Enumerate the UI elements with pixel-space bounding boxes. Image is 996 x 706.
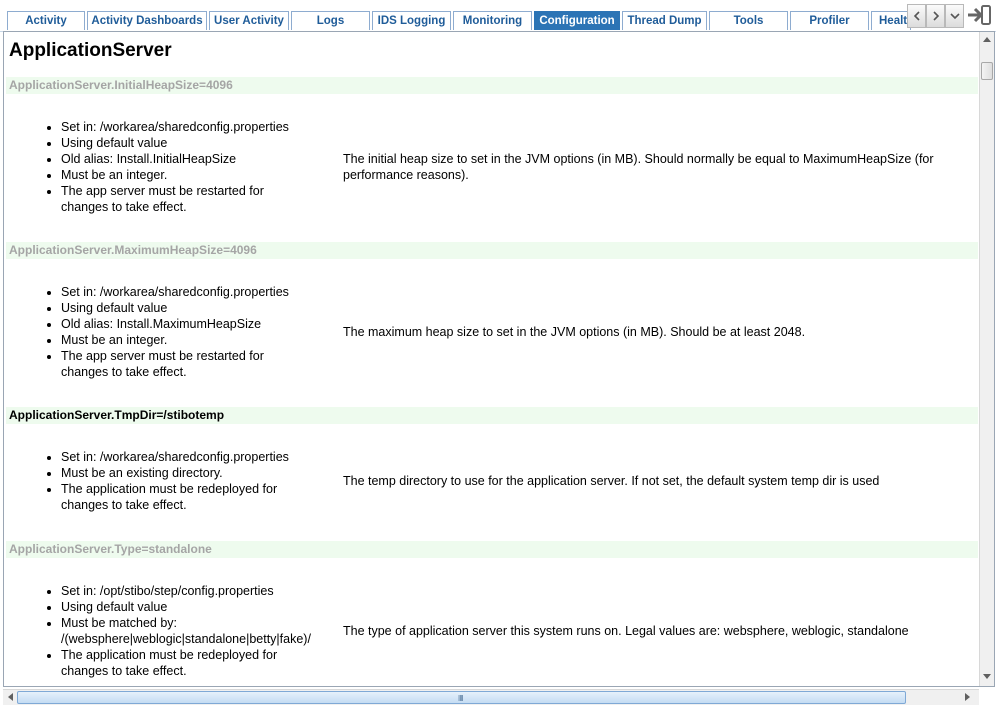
list-item: Must be matched by: /(websphere|weblogic…: [61, 615, 311, 647]
triangle-right-icon: [965, 693, 970, 701]
property-key: ApplicationServer.MaximumHeapSize=4096: [6, 242, 978, 259]
property-maximum-heap-size: ApplicationServer.MaximumHeapSize=4096 S…: [6, 242, 978, 406]
page-title: ApplicationServer: [9, 40, 172, 61]
tab-user-activity[interactable]: User Activity: [209, 11, 289, 30]
list-item: Must be an integer.: [61, 332, 311, 348]
list-item: Using default value: [61, 599, 311, 615]
property-body: Set in: /workarea/sharedconfig.propertie…: [6, 424, 978, 540]
scroll-up-button[interactable]: [980, 32, 994, 46]
tab-monitoring[interactable]: Monitoring: [453, 11, 532, 30]
tab-list-menu-button[interactable]: [945, 4, 964, 28]
horizontal-scrollbar[interactable]: ‖‖: [3, 689, 979, 705]
scroll-right-button[interactable]: [961, 690, 975, 704]
tab-scroll-right-button[interactable]: [926, 4, 945, 28]
property-details-list: Set in: /workarea/sharedconfig.propertie…: [6, 284, 311, 380]
triangle-up-icon: [983, 37, 991, 42]
configuration-content: ApplicationServer ApplicationServer.Init…: [6, 32, 978, 686]
chevron-right-icon: [932, 11, 939, 21]
property-body: Set in: /workarea/sharedconfig.propertie…: [6, 94, 978, 241]
list-item: Using default value: [61, 300, 311, 316]
tab-health[interactable]: Health: [871, 11, 911, 30]
chevron-down-icon: [949, 13, 960, 20]
property-initial-heap-size: ApplicationServer.InitialHeapSize=4096 S…: [6, 77, 978, 241]
list-item: The application must be redeployed for c…: [61, 647, 311, 679]
horizontal-scroll-thumb[interactable]: ‖‖: [17, 691, 906, 704]
list-item: The application must be redeployed for c…: [61, 481, 311, 513]
grip-icon: ‖‖: [458, 694, 464, 703]
list-item: The app server must be restarted for cha…: [61, 183, 311, 215]
list-item: Old alias: Install.InitialHeapSize: [61, 151, 311, 167]
property-description: The type of application server this syst…: [343, 624, 909, 638]
list-item: Set in: /opt/stibo/step/config.propertie…: [61, 583, 311, 599]
list-item: Using default value: [61, 135, 311, 151]
tab-bar: Activity Activity Dashboards User Activi…: [0, 0, 996, 32]
list-item: Set in: /workarea/sharedconfig.propertie…: [61, 284, 311, 300]
tab-ids-logging[interactable]: IDS Logging: [372, 11, 451, 30]
property-key: ApplicationServer.TmpDir=/stibotemp: [6, 407, 978, 424]
list-item: Must be an existing directory.: [61, 465, 311, 481]
scroll-down-button[interactable]: [980, 670, 994, 684]
property-key: ApplicationServer.Type=standalone: [6, 541, 978, 558]
chevron-left-icon: [913, 11, 920, 21]
vertical-scrollbar[interactable]: [979, 32, 994, 686]
property-description: The initial heap size to set in the JVM …: [343, 152, 934, 182]
property-description: The temp directory to use for the applic…: [343, 474, 880, 488]
property-body: Set in: /workarea/sharedconfig.propertie…: [6, 259, 978, 406]
tab-scroll-left-button[interactable]: [907, 4, 926, 28]
property-tmp-dir: ApplicationServer.TmpDir=/stibotemp Set …: [6, 407, 978, 540]
property-key: ApplicationServer.InitialHeapSize=4096: [6, 77, 978, 94]
triangle-left-icon: [8, 693, 13, 701]
vertical-scroll-thumb[interactable]: [981, 62, 993, 80]
property-type: ApplicationServer.Type=standalone Set in…: [6, 541, 978, 686]
list-item: Old alias: Install.MaximumHeapSize: [61, 316, 311, 332]
tab-thread-dump[interactable]: Thread Dump: [622, 11, 707, 30]
list-item: The app server must be restarted for cha…: [61, 348, 311, 380]
triangle-down-icon: [983, 674, 991, 679]
tab-activity[interactable]: Activity: [7, 11, 85, 30]
property-description: The maximum heap size to set in the JVM …: [343, 325, 806, 339]
property-details-list: Set in: /opt/stibo/step/config.propertie…: [6, 583, 311, 679]
property-details-list: Set in: /workarea/sharedconfig.propertie…: [6, 119, 311, 215]
property-body: Set in: /opt/stibo/step/config.propertie…: [6, 558, 978, 686]
list-item: Must be an integer.: [61, 167, 311, 183]
tab-logs[interactable]: Logs: [291, 11, 370, 30]
tab-profiler[interactable]: Profiler: [790, 11, 869, 30]
list-item: Set in: /workarea/sharedconfig.propertie…: [61, 449, 311, 465]
tab-activity-dashboards[interactable]: Activity Dashboards: [87, 11, 207, 30]
property-details-list: Set in: /workarea/sharedconfig.propertie…: [6, 449, 311, 513]
list-item: Set in: /workarea/sharedconfig.propertie…: [61, 119, 311, 135]
logout-icon[interactable]: [966, 4, 992, 26]
tab-configuration[interactable]: Configuration: [534, 11, 620, 30]
tab-tools[interactable]: Tools: [709, 11, 788, 30]
content-frame: ApplicationServer ApplicationServer.Init…: [3, 31, 995, 687]
scroll-left-button[interactable]: [3, 690, 17, 704]
